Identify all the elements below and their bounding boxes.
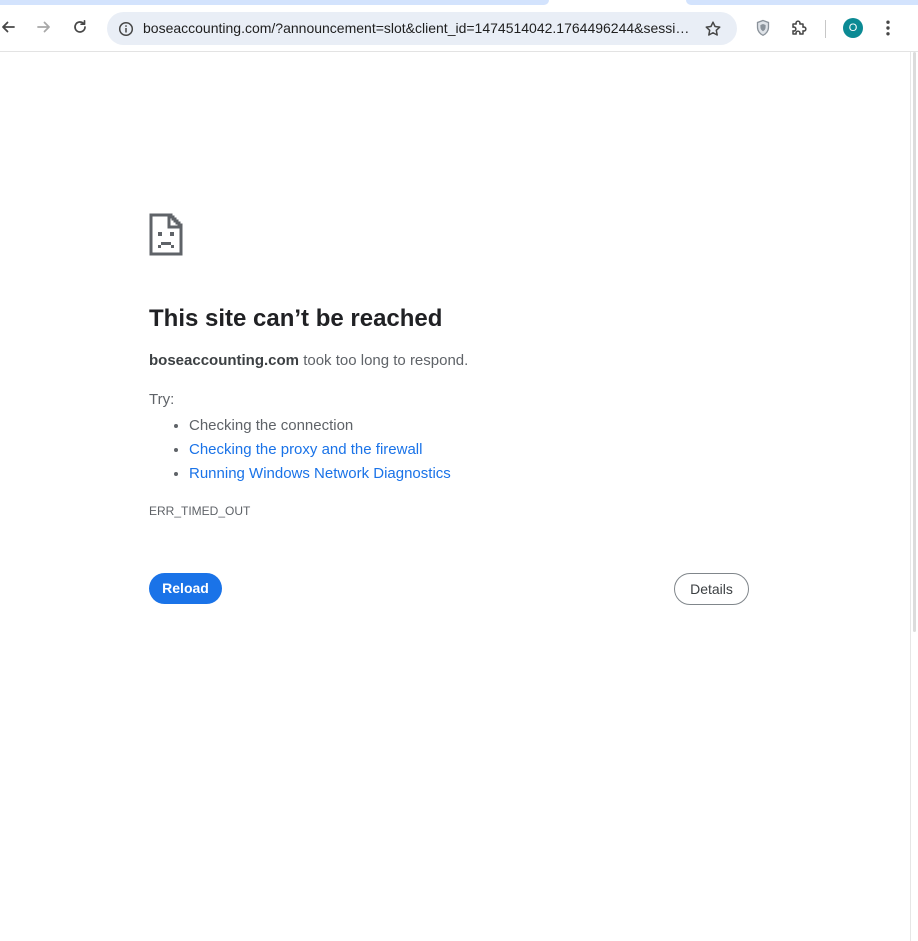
extensions-button[interactable] <box>785 14 813 42</box>
shield-icon <box>756 19 770 37</box>
error-headline: This site can’t be reached <box>149 305 443 332</box>
browser-menu-button[interactable] <box>874 14 902 42</box>
site-info-button[interactable] <box>114 17 137 40</box>
error-summary-text: took too long to respond. <box>299 352 469 369</box>
arrow-right-icon <box>37 21 50 33</box>
browser-toolbar: boseaccounting.com/?announcement=slot&cl… <box>0 5 918 52</box>
profile-avatar-button[interactable]: O <box>843 18 863 38</box>
suggestions-list: Checking the connection Checking the pro… <box>149 414 451 486</box>
reload-icon <box>74 19 86 33</box>
suggestion-text: Checking the connection <box>189 417 354 434</box>
network-diagnostics-link[interactable]: Running Windows Network Diagnostics <box>189 465 451 482</box>
suggestion-check-connection: Checking the connection <box>189 414 451 438</box>
suggestion-network-diagnostics: Running Windows Network Diagnostics <box>189 462 451 486</box>
error-summary: boseaccounting.com took too long to resp… <box>149 351 468 371</box>
scrollbar-thumb[interactable] <box>913 52 916 632</box>
reload-toolbar-button[interactable] <box>65 12 95 42</box>
error-code: ERR_TIMED_OUT <box>149 504 251 518</box>
reload-button[interactable]: Reload <box>149 573 222 604</box>
suggestion-check-proxy-firewall: Checking the proxy and the firewall <box>189 438 451 462</box>
address-bar[interactable]: boseaccounting.com/?announcement=slot&cl… <box>107 12 737 45</box>
url-text[interactable]: boseaccounting.com/?announcement=slot&cl… <box>143 20 693 37</box>
info-circle-icon <box>118 21 133 36</box>
error-domain: boseaccounting.com <box>149 352 300 369</box>
vertical-dots-icon <box>886 20 890 36</box>
toolbar-divider <box>825 20 826 38</box>
back-button[interactable] <box>0 12 23 42</box>
details-button[interactable]: Details <box>674 573 749 605</box>
puzzle-piece-icon <box>792 20 807 35</box>
arrow-left-icon <box>2 21 15 33</box>
bookmark-button[interactable] <box>701 17 725 41</box>
sad-page-icon <box>149 213 183 256</box>
try-label: Try: <box>149 391 175 408</box>
page-scrollbar[interactable] <box>910 52 918 941</box>
star-outline-icon <box>705 21 721 36</box>
proxy-firewall-link[interactable]: Checking the proxy and the firewall <box>189 441 422 458</box>
extension-shield-button[interactable] <box>749 14 777 42</box>
forward-button[interactable] <box>29 12 59 42</box>
